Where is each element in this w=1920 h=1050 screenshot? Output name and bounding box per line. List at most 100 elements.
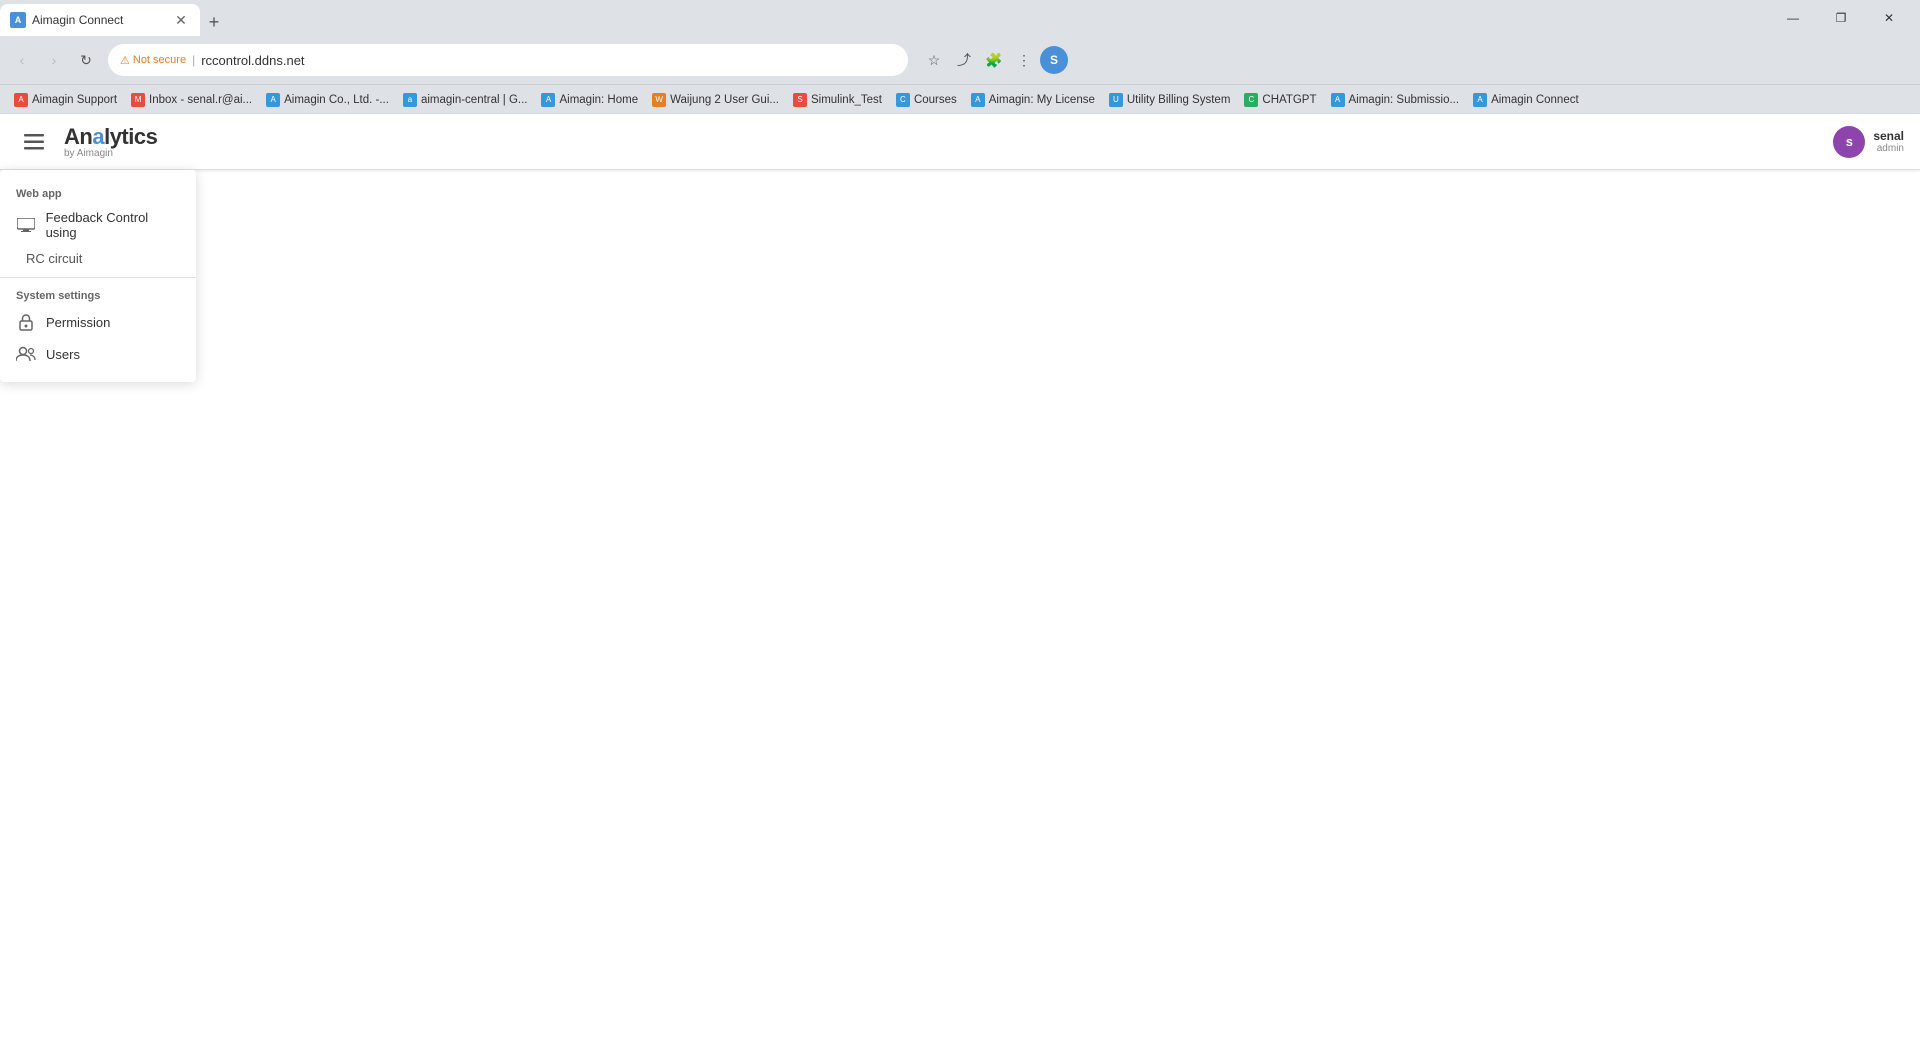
window-controls: — ❐ ✕: [1770, 0, 1920, 36]
tab-favicon-letter: A: [15, 15, 22, 25]
app-title: Analytics: [64, 124, 157, 149]
bookmark-star-button[interactable]: ☆: [920, 46, 948, 74]
bookmark-label: Aimagin Co., Ltd. -...: [284, 94, 389, 106]
bookmark-chatgpt[interactable]: C CHATGPT: [1238, 91, 1322, 109]
bookmark-label: Aimagin: My License: [989, 94, 1095, 106]
rc-circuit-label: RC circuit: [26, 251, 82, 266]
bookmark-icon: M: [131, 93, 145, 107]
lock-icon: [16, 312, 36, 332]
tab-close-button[interactable]: ✕: [172, 11, 190, 29]
logo-an: An: [64, 124, 92, 149]
bookmark-label: Aimagin Connect: [1491, 94, 1579, 106]
address-bar: ‹ › ↻ ⚠ Not secure | rccontrol.ddns.net …: [0, 36, 1920, 84]
browser-profile-icon[interactable]: S: [1040, 46, 1068, 74]
bookmark-icon: A: [1473, 93, 1487, 107]
app-subtitle: by Aimagin: [64, 148, 157, 159]
user-info: senal admin: [1873, 129, 1904, 154]
menu-divider: [0, 277, 196, 278]
user-avatar[interactable]: s: [1833, 126, 1865, 158]
bookmark-icon: C: [1244, 93, 1258, 107]
bookmark-waijung[interactable]: W Waijung 2 User Gui...: [646, 91, 785, 109]
menu-item-feedback[interactable]: Feedback Control using: [0, 204, 196, 246]
bookmark-courses[interactable]: C Courses: [890, 91, 963, 109]
tab-title: Aimagin Connect: [32, 13, 123, 27]
bookmark-icon: A: [14, 93, 28, 107]
feedback-icon: [16, 215, 36, 235]
dropdown-menu: Web app Feedback Control using: [0, 170, 196, 382]
menu-item-users[interactable]: Users: [0, 338, 196, 370]
feedback-label-line1: Feedback Control using: [46, 210, 180, 240]
system-settings-section-title: System settings: [0, 284, 196, 306]
bookmark-icon: a: [403, 93, 417, 107]
toolbar-icons: ☆ ⤴ 🧩 ⋮ S: [920, 46, 1068, 74]
address-box[interactable]: ⚠ Not secure | rccontrol.ddns.net: [108, 44, 908, 76]
active-tab[interactable]: A Aimagin Connect ✕: [0, 4, 200, 36]
bookmark-icon: C: [896, 93, 910, 107]
new-tab-button[interactable]: +: [200, 8, 228, 36]
bookmark-label: Simulink_Test: [811, 94, 882, 106]
bookmark-aimagin-central[interactable]: a aimagin-central | G...: [397, 91, 534, 109]
users-icon: [16, 344, 36, 364]
web-app-section-title: Web app: [0, 182, 196, 204]
bookmark-aimagin-connect[interactable]: A Aimagin Connect: [1467, 91, 1585, 109]
bookmark-simulink[interactable]: S Simulink_Test: [787, 91, 888, 109]
logo-a-accent: a: [92, 124, 104, 149]
bookmark-label: Aimagin: Submissio...: [1349, 94, 1460, 106]
bookmark-utility-billing[interactable]: U Utility Billing System: [1103, 91, 1237, 109]
app-header: Analytics by Aimagin s senal admin: [0, 114, 1920, 170]
minimize-button[interactable]: —: [1770, 0, 1816, 36]
feedback-label-group: Feedback Control using: [46, 210, 180, 240]
address-text: rccontrol.ddns.net: [201, 53, 304, 68]
maximize-button[interactable]: ❐: [1818, 0, 1864, 36]
menu-item-permission[interactable]: Permission: [0, 306, 196, 338]
app-body: Web app Feedback Control using: [0, 170, 1920, 1050]
bookmark-aimagin-home[interactable]: A Aimagin: Home: [535, 91, 644, 109]
menu-item-rc-circuit[interactable]: RC circuit: [0, 246, 196, 271]
close-button[interactable]: ✕: [1866, 0, 1912, 36]
tab-bar: A Aimagin Connect ✕ + — ❐ ✕: [0, 0, 1920, 36]
bookmark-icon: W: [652, 93, 666, 107]
security-badge: ⚠ Not secure: [120, 54, 186, 67]
share-button[interactable]: ⤴: [950, 46, 978, 74]
settings-button[interactable]: ⋮: [1010, 46, 1038, 74]
extensions-button[interactable]: 🧩: [980, 46, 1008, 74]
bookmark-label: Courses: [914, 94, 957, 106]
bookmark-submission[interactable]: A Aimagin: Submissio...: [1325, 91, 1466, 109]
user-name: senal: [1873, 129, 1904, 143]
app-area: Analytics by Aimagin s senal admin Web a…: [0, 114, 1920, 1050]
refresh-button[interactable]: ↻: [72, 46, 100, 74]
bookmark-icon: U: [1109, 93, 1123, 107]
bookmark-inbox[interactable]: M Inbox - senal.r@ai...: [125, 91, 258, 109]
hamburger-icon: [24, 134, 44, 150]
logo-lytics: lytics: [104, 124, 157, 149]
bookmark-label: Aimagin Support: [32, 94, 117, 106]
separator: |: [192, 53, 195, 67]
bookmark-icon: A: [1331, 93, 1345, 107]
header-right: s senal admin: [1833, 126, 1904, 158]
bookmark-label: Aimagin: Home: [559, 94, 638, 106]
permission-label: Permission: [46, 315, 110, 330]
warning-icon: ⚠: [120, 54, 130, 67]
bookmark-my-license[interactable]: A Aimagin: My License: [965, 91, 1101, 109]
bookmark-aimagin-support[interactable]: A Aimagin Support: [8, 91, 123, 109]
bookmark-label: aimagin-central | G...: [421, 94, 528, 106]
padlock-icon: [19, 313, 33, 331]
bookmark-label: Utility Billing System: [1127, 94, 1231, 106]
bookmark-icon: A: [971, 93, 985, 107]
hamburger-menu-button[interactable]: [16, 124, 52, 160]
bookmark-icon: A: [266, 93, 280, 107]
security-label: Not secure: [133, 54, 186, 66]
bookmark-label: Inbox - senal.r@ai...: [149, 94, 252, 106]
users-group-icon: [16, 346, 36, 362]
bookmark-aimagin-co[interactable]: A Aimagin Co., Ltd. -...: [260, 91, 395, 109]
bookmark-label: Waijung 2 User Gui...: [670, 94, 779, 106]
forward-button[interactable]: ›: [40, 46, 68, 74]
user-role: admin: [1877, 143, 1904, 154]
bookmark-label: CHATGPT: [1262, 94, 1316, 106]
app-logo: Analytics by Aimagin: [64, 124, 157, 159]
back-button[interactable]: ‹: [8, 46, 36, 74]
monitor-icon: [17, 218, 35, 232]
bookmark-icon: S: [793, 93, 807, 107]
bookmarks-bar: A Aimagin Support M Inbox - senal.r@ai..…: [0, 84, 1920, 114]
users-label: Users: [46, 347, 80, 362]
